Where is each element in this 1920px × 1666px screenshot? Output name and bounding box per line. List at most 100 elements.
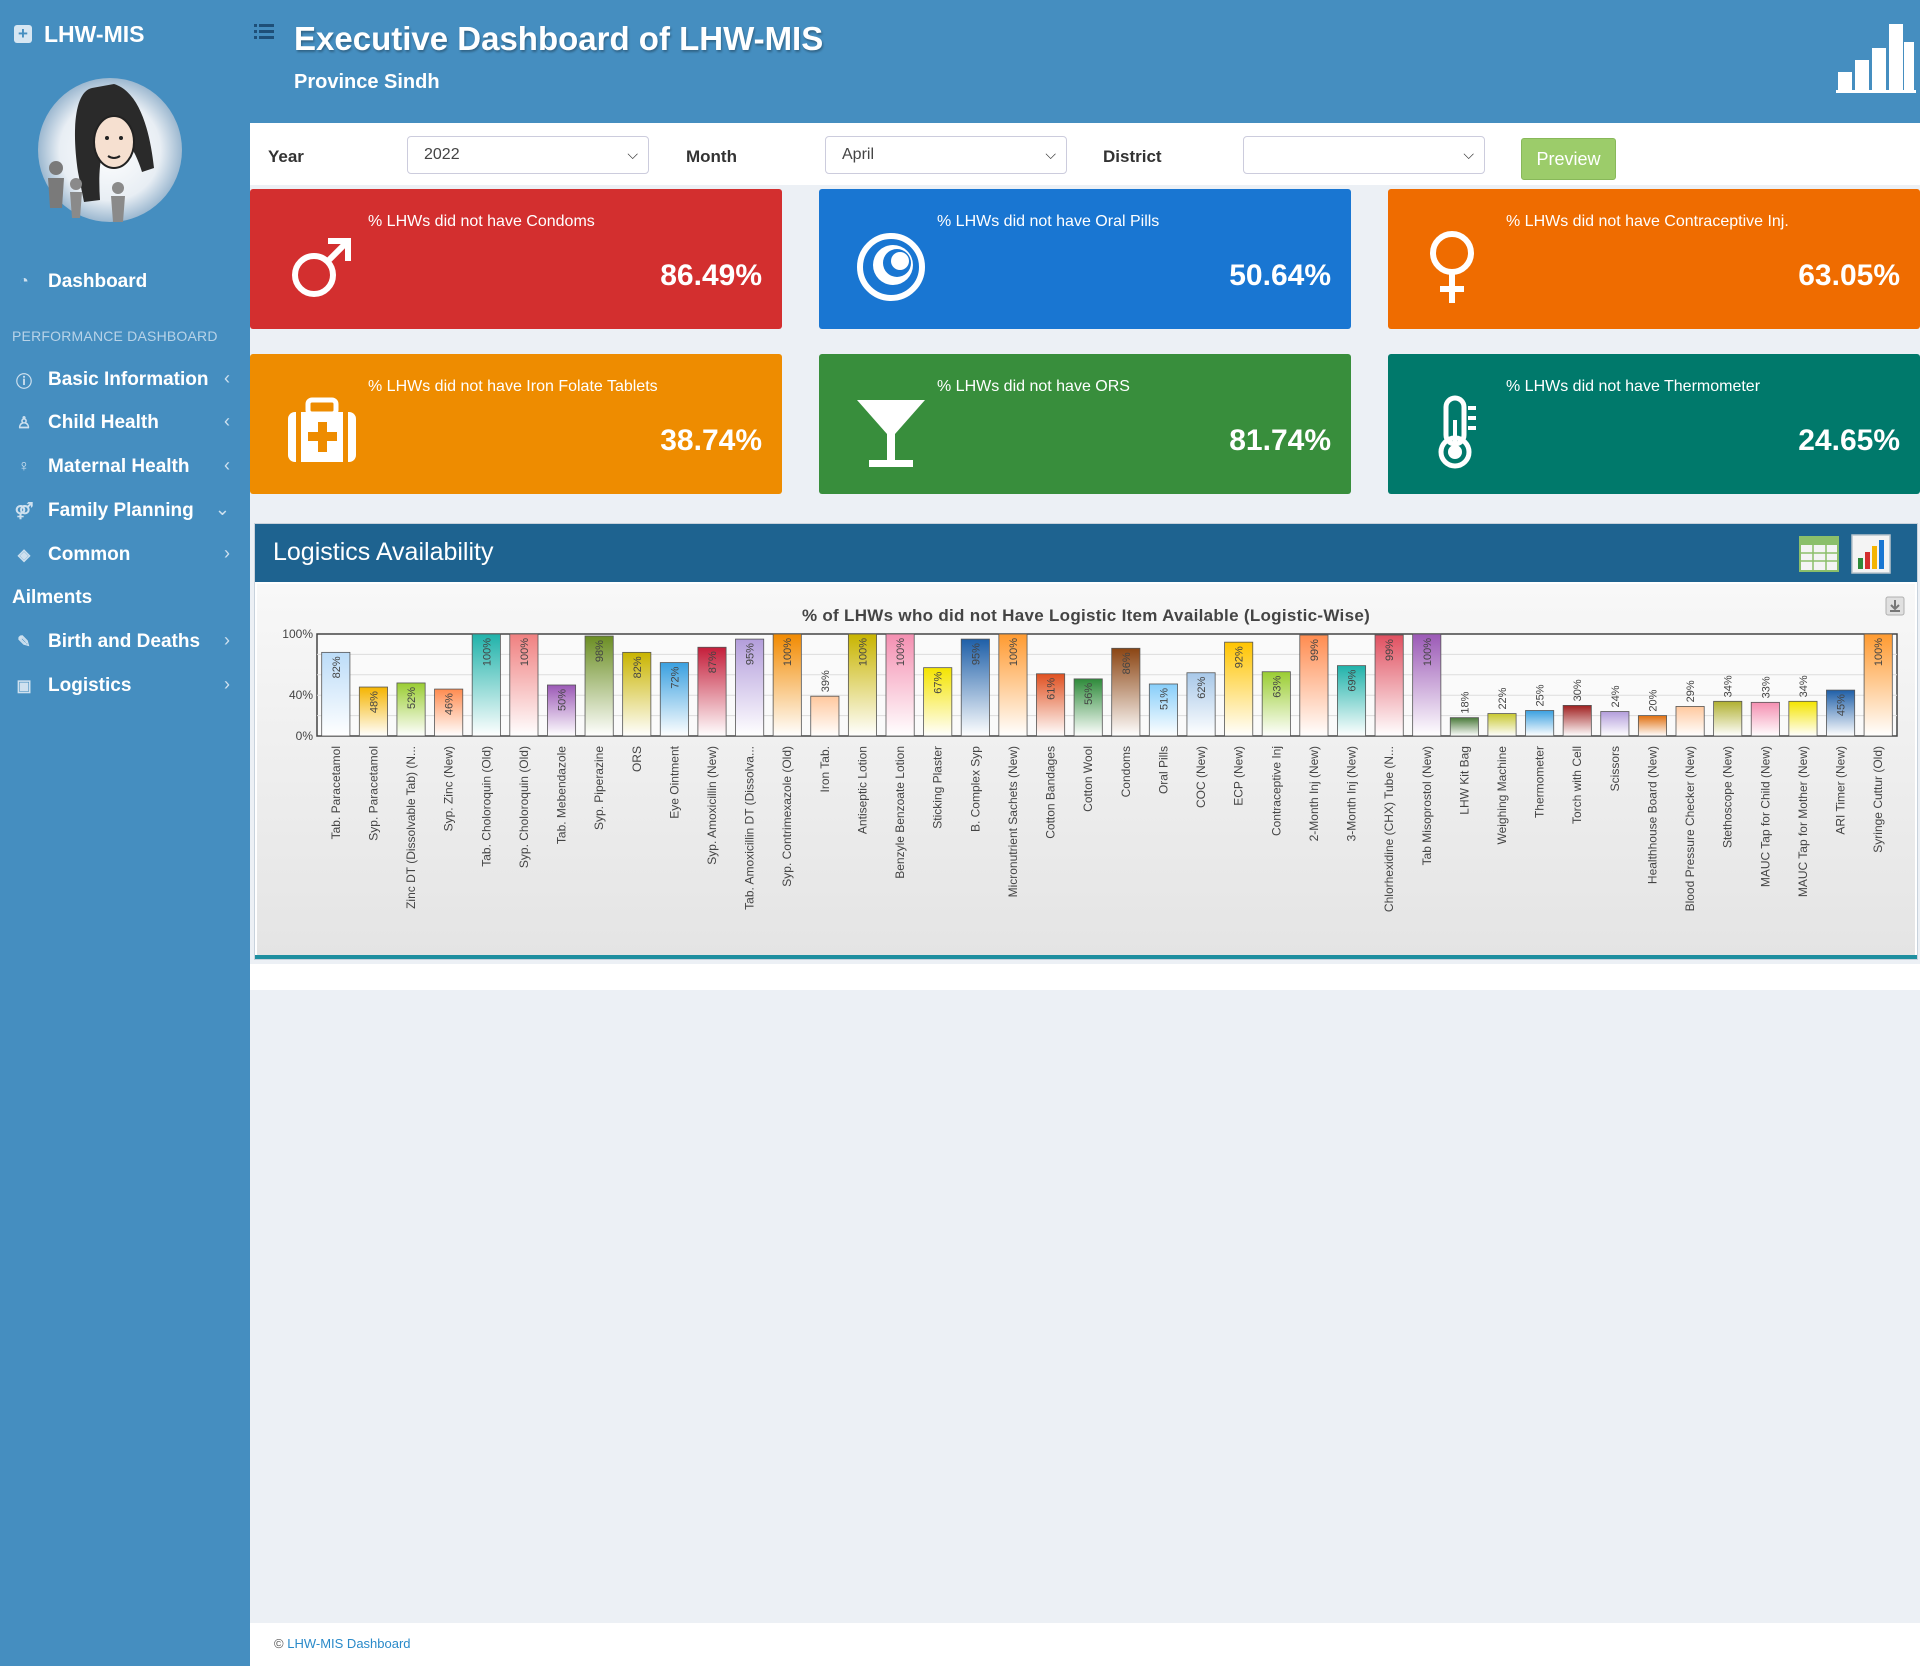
- logistics-panel: Logistics Availability % of LHWs who did…: [254, 523, 1918, 960]
- data-label: 100%: [857, 638, 869, 666]
- sidebar-item-dashboard[interactable]: ◔ Dashboard: [0, 262, 250, 302]
- chart-bar[interactable]: [1675, 706, 1705, 737]
- chart-bar[interactable]: [1487, 713, 1517, 737]
- sidebar-item-birth-and-deaths[interactable]: ✎ Birth and Deaths ›: [0, 622, 250, 662]
- stat-card-value: 24.65%: [1798, 424, 1900, 457]
- stat-card-contraceptive-inj: % LHWs did not have Contraceptive Inj. 6…: [1388, 189, 1920, 329]
- data-label: 100%: [481, 638, 493, 666]
- x-tick-label: Stethoscope (New): [1721, 746, 1735, 848]
- stat-card-label: % LHWs did not have ORS: [937, 378, 1130, 395]
- panel-footer-bar: [255, 955, 1917, 959]
- chevron-down-icon: ⌵: [1463, 146, 1474, 162]
- chart-bar[interactable]: [1788, 700, 1818, 737]
- stat-card-ors: % LHWs did not have ORS 81.74%: [819, 354, 1351, 494]
- sidebar-item-ailments[interactable]: Ailments: [0, 578, 250, 618]
- x-tick-label: MAUC Tap for Child (New): [1758, 746, 1772, 887]
- chevron-left-icon: ‹: [224, 411, 230, 431]
- tag-icon: ◈: [17, 547, 31, 564]
- year-select[interactable]: 2022 ⌵: [407, 136, 649, 174]
- stat-card-label: % LHWs did not have Oral Pills: [937, 213, 1160, 230]
- data-label: 33%: [1760, 676, 1772, 698]
- sidebar-item-family-planning[interactable]: ⚤ Family Planning ⌄: [0, 491, 250, 531]
- x-tick-label: Healthhouse Board (New): [1645, 746, 1659, 884]
- sidebar-item-label: Ailments: [12, 587, 93, 608]
- stat-card-condoms: % LHWs did not have Condoms 86.49%: [250, 189, 782, 329]
- chart-bar[interactable]: [1449, 717, 1479, 737]
- footer-text: © LHW-MIS Dashboard: [274, 1636, 411, 1651]
- brand[interactable]: + LHW-MIS: [14, 18, 144, 50]
- data-label: 39%: [820, 670, 832, 692]
- footer-link[interactable]: LHW-MIS Dashboard: [287, 1636, 410, 1651]
- data-label: 82%: [331, 656, 343, 678]
- chevron-down-icon: ⌵: [627, 146, 638, 162]
- plus-square-icon: +: [14, 25, 32, 43]
- dashboard-icon: ◔: [19, 273, 29, 290]
- district-select[interactable]: ⌵: [1243, 136, 1485, 174]
- chart-bar[interactable]: [1713, 700, 1743, 737]
- month-select[interactable]: April ⌵: [825, 136, 1067, 174]
- data-label: 50%: [557, 689, 569, 711]
- chart-view-icon[interactable]: [1851, 534, 1891, 574]
- x-tick-label: Syp. Contrimexazole (Old): [780, 746, 794, 887]
- x-tick-label: Syp. Choloroquin (Old): [517, 746, 531, 868]
- lhw-logo: [38, 78, 182, 233]
- chevron-right-icon: ›: [224, 543, 230, 563]
- data-label: 100%: [1873, 638, 1885, 666]
- info-icon: ⓘ: [15, 374, 32, 391]
- chart-bar[interactable]: [1637, 715, 1667, 737]
- data-label: 52%: [406, 687, 418, 709]
- data-label: 45%: [1836, 694, 1848, 716]
- data-label: 95%: [745, 643, 757, 665]
- data-label: 99%: [1384, 639, 1396, 661]
- district-label: District: [1103, 147, 1162, 166]
- medkit-icon: ▣: [16, 678, 32, 695]
- stat-card-value: 38.74%: [660, 424, 762, 457]
- chart-bar[interactable]: [810, 695, 840, 737]
- x-tick-label: Condoms: [1119, 746, 1133, 797]
- download-icon[interactable]: [1885, 596, 1905, 616]
- x-tick-label: Torch with Cell: [1570, 746, 1584, 824]
- logistics-bar-chart: 100% 40% 0% 82% Tab. Paracetamol 48% Syp. Para…: [282, 627, 1898, 912]
- male-icon: [292, 238, 351, 297]
- x-tick-label: Thermometer: [1533, 746, 1547, 818]
- sidebar-item-label: Maternal Health: [48, 456, 190, 477]
- x-tick-label: Cotton Wool: [1081, 746, 1095, 812]
- sidebar-item-logistics[interactable]: ▣ Logistics ›: [0, 666, 250, 706]
- chart-bar[interactable]: [1600, 711, 1630, 737]
- stat-card-value: 63.05%: [1798, 259, 1900, 292]
- pill-icon: [857, 233, 925, 301]
- thermometer-icon: [1438, 395, 1476, 469]
- chart-bar[interactable]: [1525, 710, 1555, 737]
- data-label: 20%: [1647, 689, 1659, 711]
- x-tick-label: Syp. Piperazine: [592, 746, 606, 830]
- x-tick-label: 2-Month Inj (New): [1307, 746, 1321, 841]
- stat-card-thermometer: % LHWs did not have Thermometer 24.65%: [1388, 354, 1920, 494]
- sidebar-item-child-health[interactable]: ♙ Child Health ‹: [0, 403, 250, 443]
- x-tick-label: Benzyle Benzoate Lotion: [893, 746, 907, 879]
- data-label: 86%: [1121, 652, 1133, 674]
- sidebar-item-basic-information[interactable]: ⓘ Basic Information ‹: [0, 360, 250, 400]
- stat-card-label: % LHWs did not have Contraceptive Inj.: [1506, 213, 1789, 230]
- data-label: 22%: [1497, 687, 1509, 709]
- chevron-left-icon: ‹: [224, 368, 230, 388]
- chart-bar[interactable]: [1750, 701, 1780, 737]
- data-label: 24%: [1610, 685, 1622, 707]
- gender-icon: ⚤: [14, 503, 34, 520]
- nav-section-header: PERFORMANCE DASHBOARD: [12, 328, 218, 344]
- y-tick-label: 100%: [282, 627, 313, 641]
- sidebar-item-label: Family Planning: [48, 500, 194, 521]
- sidebar-item-common[interactable]: ◈ Common ›: [0, 535, 250, 575]
- chart-bar[interactable]: [1562, 705, 1592, 737]
- x-tick-label: ECP (New): [1232, 746, 1246, 806]
- menu-toggle-icon[interactable]: [254, 22, 274, 40]
- sidebar-item-maternal-health[interactable]: ♀ Maternal Health ‹: [0, 447, 250, 487]
- table-view-icon[interactable]: [1799, 534, 1839, 574]
- chevron-right-icon: ›: [224, 630, 230, 650]
- x-tick-label: Tab. Choloroquin (Old): [479, 746, 493, 867]
- x-tick-label: COC (New): [1194, 746, 1208, 808]
- sidebar-item-label: Birth and Deaths: [48, 631, 201, 652]
- preview-button[interactable]: Preview: [1521, 138, 1616, 180]
- stat-card-label: % LHWs did not have Iron Folate Tablets: [368, 378, 658, 395]
- x-tick-label: Tab. Mebendazole: [555, 746, 569, 844]
- panel-title: Logistics Availability: [273, 538, 494, 566]
